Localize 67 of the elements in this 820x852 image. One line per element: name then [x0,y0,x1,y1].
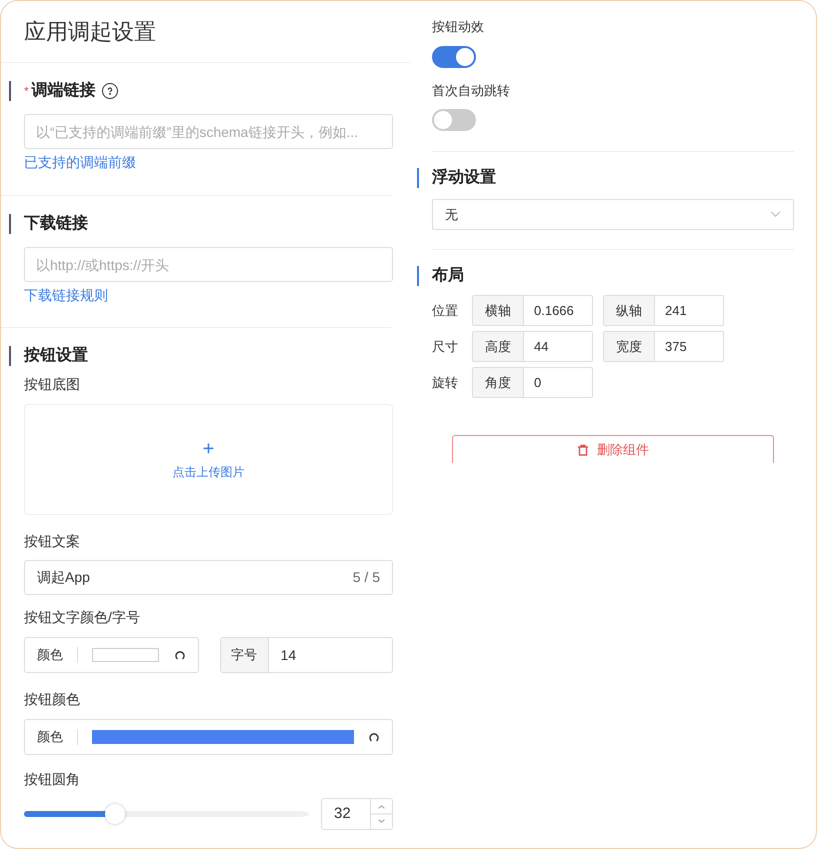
page-title: 应用调起设置 [1,1,411,63]
number-input[interactable]: 32 [321,798,393,830]
input-value: 调起App [37,568,90,587]
delete-button[interactable]: 删除组件 [452,435,774,463]
field-label: 按钮文案 [24,532,81,551]
field-tag: 角度 [473,368,524,397]
toggle-switch[interactable] [432,109,476,131]
field-value: 0 [533,374,542,392]
select-value: 无 [445,206,458,224]
chevron-down-icon [770,211,781,218]
section-marker [417,266,419,286]
trash-icon [577,444,589,456]
section-marker [9,214,11,234]
section-title: 浮动设置 [432,168,496,188]
text-input[interactable]: 调起App 5 / 5 [24,560,393,595]
input-field[interactable]: 以http://或https://开头 [24,247,393,282]
field-tag: 字号 [220,638,269,672]
field-tag: 纵轴 [604,296,655,325]
row-label: 位置 [432,302,459,320]
plus-icon: + [202,438,214,458]
field-tag: 横轴 [473,296,524,325]
field-label: 按钮文字颜色/字号 [24,608,141,627]
field-label: 按钮圆角 [24,770,81,789]
field-value: 241 [664,302,687,320]
refresh-icon[interactable] [368,731,380,743]
char-count: 5 / 5 [352,568,380,587]
color-picker[interactable]: 颜色 [24,637,199,673]
toggle-label: 按钮动效 [432,18,485,36]
float-select[interactable]: 无 [432,199,794,230]
number-field[interactable]: 角度 0 [472,367,593,398]
number-field[interactable]: 纵轴 241 [603,295,724,326]
font-size-field[interactable]: 字号 14 [220,637,393,673]
slider-thumb[interactable] [105,804,126,824]
upload-text: 点击上传图片 [172,464,244,480]
section-title: 下载链接 [24,213,88,234]
input-field[interactable]: 以“已支持的调端前缀”里的schema链接开头，例如... [24,114,393,149]
field-value: 14 [280,646,296,664]
number-field[interactable]: 宽度 375 [603,331,724,362]
field-value: 375 [664,338,687,356]
prefix-link[interactable]: 已支持的调端前缀 [24,152,136,173]
refresh-icon[interactable] [174,649,186,661]
section-marker [9,346,11,366]
field-label: 按钮颜色 [24,690,81,709]
section-title: 按钮设置 [24,346,88,366]
input-value: 32 [333,804,352,824]
section-title: 调端链接 [32,80,96,101]
color-picker[interactable]: 颜色 [24,719,393,755]
toggle-label: 首次自动跳转 [432,82,511,100]
row-label: 旋转 [432,374,459,392]
row-label: 尺寸 [432,338,459,356]
section-title: 布局 [432,266,464,286]
field-tag: 颜色 [37,645,63,665]
field-value: 44 [533,338,548,356]
section-marker [417,168,419,188]
field-tag: 颜色 [37,727,63,747]
rules-link[interactable]: 下载链接规则 [24,285,108,306]
field-tag: 宽度 [604,332,655,361]
section-marker [9,81,11,101]
field-tag: 高度 [473,332,524,361]
number-field[interactable]: 高度 44 [472,331,593,362]
upload-area[interactable]: + 点击上传图片 [24,404,393,515]
field-label: 按钮底图 [24,375,81,394]
field-value: 0.1666 [533,302,574,320]
number-field[interactable]: 横轴 0.1666 [472,295,593,326]
help-icon[interactable] [102,83,118,99]
toggle-switch[interactable] [432,46,476,68]
required-mark: * [24,83,29,100]
